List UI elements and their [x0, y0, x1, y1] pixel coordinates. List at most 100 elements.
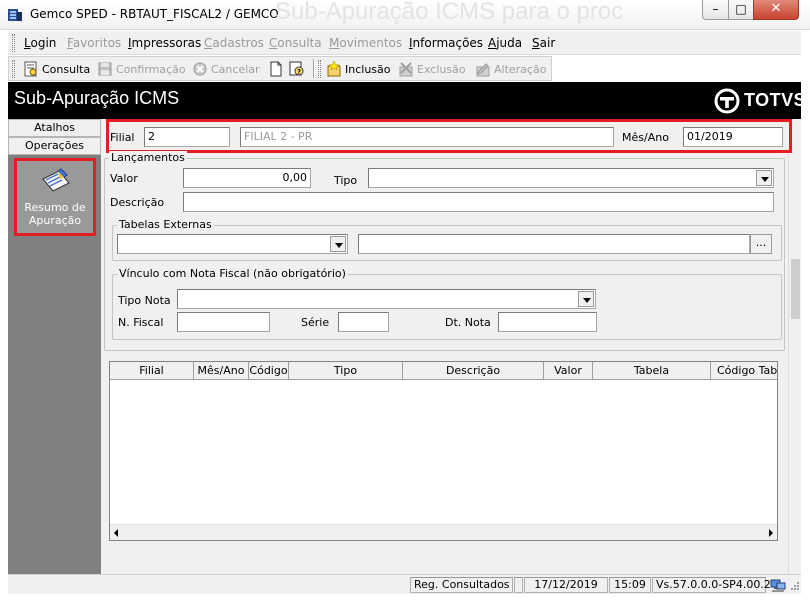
menu-informacoes[interactable]: Informações: [409, 36, 483, 50]
delete-icon: [398, 61, 414, 77]
resize-grip-icon[interactable]: [788, 581, 800, 593]
vertical-scrollbar[interactable]: [788, 119, 801, 574]
new-document-button[interactable]: [268, 60, 284, 78]
edit-icon: [475, 61, 491, 77]
toolbar-grip[interactable]: [12, 60, 15, 78]
valor-field[interactable]: 0,00: [183, 168, 311, 188]
menu-sair[interactable]: Sair: [532, 36, 555, 50]
tab-operacoes[interactable]: Operações: [8, 137, 101, 155]
menu-ajuda[interactable]: Ajuda: [488, 36, 522, 50]
reg-consultados-label: Reg. Consultados :: [410, 577, 517, 593]
col-tabela[interactable]: Tabela: [593, 362, 711, 379]
col-descricao[interactable]: Descrição: [403, 362, 544, 379]
month-year-field[interactable]: 01/2019: [683, 127, 783, 147]
resumo-apuracao-operation[interactable]: Resumo de Apuração: [14, 158, 96, 236]
browse-button[interactable]: ...: [750, 234, 772, 254]
close-icon: ✕: [770, 1, 782, 16]
status-date: 17/12/2019: [524, 577, 608, 593]
tabela-externa-select[interactable]: [117, 234, 348, 254]
confirmacao-button[interactable]: Confirmação: [97, 60, 186, 78]
window-titlebar[interactable]: Gemco SPED - RBTAUT_FISCAL2 / GEMCO Sub-…: [0, 0, 810, 30]
col-tipo[interactable]: Tipo: [289, 362, 403, 379]
menu-consulta[interactable]: Consulta: [269, 36, 322, 50]
save-icon: [97, 61, 113, 77]
vinculo-nota-fiscal-title: Vínculo com Nota Fiscal (não obrigatório…: [117, 267, 348, 280]
report-icon: [39, 167, 73, 197]
close-button[interactable]: ✕: [753, 0, 799, 20]
reg-consultados-value: [514, 577, 523, 593]
vertical-scroll-thumb[interactable]: [791, 259, 800, 319]
document-icon: [268, 61, 284, 77]
menu-grip[interactable]: [12, 34, 15, 52]
serie-field[interactable]: [338, 312, 389, 332]
chevron-down-icon[interactable]: [330, 236, 346, 252]
col-codigo-tabela[interactable]: Código Tabe: [711, 362, 777, 379]
title-watermark: Sub-Apuração ICMS para o proc: [275, 0, 624, 25]
valor-label: Valor: [110, 172, 138, 185]
svg-text:?: ?: [297, 68, 301, 76]
dtnota-label: Dt. Nota: [445, 316, 491, 329]
status-version: Vs.57.0.0.0-SP4.00.24: [652, 577, 778, 593]
totvs-logo-text: TOTVS: [744, 90, 807, 110]
resumo-apuracao-label: Resumo de Apuração: [24, 201, 86, 227]
col-codigo[interactable]: Código: [249, 362, 289, 379]
menu-cadastros[interactable]: Cadastros: [204, 36, 264, 50]
minimize-button[interactable]: –: [702, 0, 729, 20]
month-year-label: Mês/Ano: [622, 131, 669, 144]
left-panel: Atalhos Operações Resumo de Apuração: [8, 119, 101, 574]
filial-highlight-box: Filial 2 FILIAL 2 - PR Mês/Ano 01/2019: [106, 119, 792, 153]
menu-movimentos[interactable]: Movimentos: [329, 36, 402, 50]
col-mes-ano[interactable]: Mês/Ano: [194, 362, 249, 379]
descricao-label: Descrição: [110, 196, 165, 209]
exclusao-label: Exclusão: [417, 62, 466, 76]
help-search-button[interactable]: ?: [289, 60, 305, 78]
cancelar-button[interactable]: Cancelar: [192, 60, 260, 78]
scroll-right-icon[interactable]: [769, 529, 773, 537]
window-title: Gemco SPED - RBTAUT_FISCAL2 / GEMCO: [30, 7, 279, 21]
nfiscal-label: N. Fiscal: [118, 316, 164, 329]
cancelar-label: Cancelar: [211, 62, 260, 76]
alteracao-label: Alteração: [494, 62, 547, 76]
tipo-nota-select[interactable]: [177, 289, 596, 309]
horizontal-scrollbar[interactable]: [110, 524, 777, 540]
alteracao-button[interactable]: Alteração: [475, 60, 546, 78]
chevron-down-icon[interactable]: [578, 291, 594, 307]
chevron-down-icon[interactable]: [756, 170, 772, 186]
page-header: Sub-Apuração ICMS TOTVS: [8, 82, 806, 119]
page-title: Sub-Apuração ICMS: [14, 88, 180, 108]
app-icon: [7, 7, 23, 23]
consulta-icon: [23, 61, 39, 77]
add-icon: [326, 60, 342, 77]
col-filial[interactable]: Filial: [110, 362, 194, 379]
col-valor[interactable]: Valor: [544, 362, 593, 379]
dtnota-field[interactable]: [498, 312, 597, 332]
maximize-icon: □: [735, 2, 747, 16]
consulta-label: Consulta: [42, 62, 91, 76]
tabela-externa-text[interactable]: [358, 234, 750, 254]
exclusao-button[interactable]: Exclusão: [398, 60, 466, 78]
nfiscal-field[interactable]: [177, 312, 270, 332]
filial-name-field[interactable]: FILIAL 2 - PR: [240, 127, 614, 147]
minimize-icon: –: [712, 2, 719, 16]
tab-atalhos[interactable]: Atalhos: [8, 119, 101, 137]
lancamentos-grid[interactable]: Filial Mês/Ano Código Tipo Descrição Val…: [109, 361, 778, 541]
grid-header: Filial Mês/Ano Código Tipo Descrição Val…: [110, 362, 777, 380]
scroll-left-icon[interactable]: [114, 529, 118, 537]
network-status-icon: [770, 578, 786, 592]
tabelas-externas-title: Tabelas Externas: [117, 218, 214, 231]
menu-login[interactable]: Login: [24, 36, 56, 50]
inclusao-button[interactable]: Inclusão: [326, 60, 391, 78]
descricao-field[interactable]: [183, 192, 774, 212]
toolbar-separator: [313, 59, 315, 78]
menu-bar: Login Favoritos Impressoras Cadastros Co…: [8, 31, 801, 55]
filial-code-field[interactable]: 2: [144, 127, 230, 147]
menu-favoritos[interactable]: Favoritos: [67, 36, 121, 50]
menu-impressoras[interactable]: Impressoras: [128, 36, 201, 50]
tipo-select[interactable]: [368, 168, 774, 188]
maximize-button[interactable]: □: [728, 0, 754, 20]
consulta-button[interactable]: Consulta: [23, 60, 90, 78]
toolbar-grip-2[interactable]: [318, 60, 321, 78]
filial-label: Filial: [110, 131, 135, 144]
status-bar: Reg. Consultados : 17/12/2019 15:09 Vs.5…: [8, 574, 801, 594]
tipo-label: Tipo: [334, 174, 358, 187]
